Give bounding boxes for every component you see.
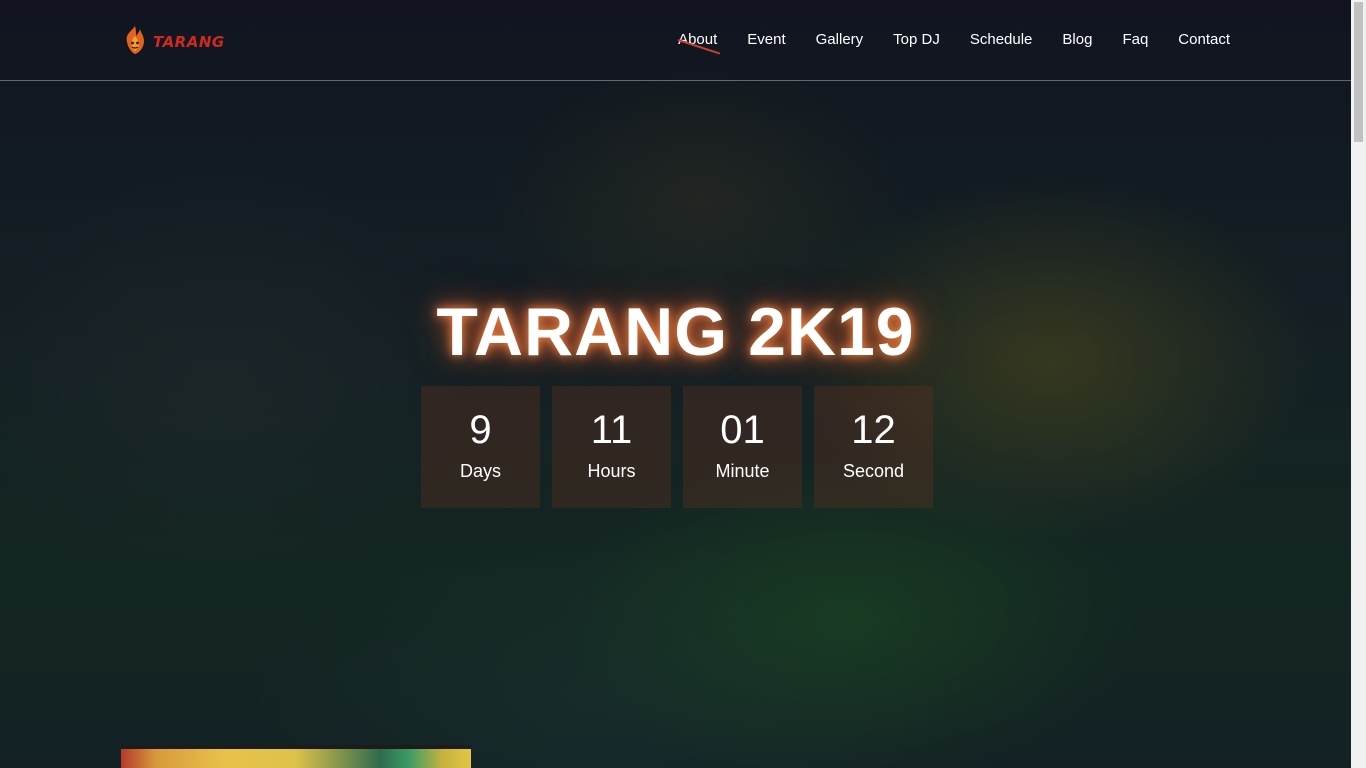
countdown-minutes-label: Minute	[715, 461, 770, 481]
nav-link-blog[interactable]: Blog	[1062, 29, 1092, 51]
nav-link-top-dj[interactable]: Top DJ	[893, 29, 940, 51]
countdown-days-value: 9	[469, 408, 492, 452]
about-section-image	[121, 745, 471, 768]
top-navbar: TARANG About Event Gallery Top DJ Schedu…	[0, 0, 1351, 81]
countdown-timer: 9 Days 11 Hours 01 Minute 12 Second	[421, 386, 933, 508]
nav-link-schedule[interactable]: Schedule	[970, 29, 1033, 51]
hero-title: TARANG 2K19	[436, 294, 915, 370]
nav-link-about[interactable]: About	[678, 29, 717, 51]
countdown-hours: 11 Hours	[552, 386, 671, 508]
nav-link-event[interactable]: Event	[747, 29, 785, 51]
flame-mascot-icon	[121, 24, 149, 56]
countdown-seconds-label: Second	[842, 461, 905, 481]
page-scrollbar[interactable]	[1351, 0, 1366, 768]
countdown-seconds-value: 12	[851, 408, 896, 452]
countdown-seconds: 12 Second	[814, 386, 933, 508]
nav-link-faq[interactable]: Faq	[1122, 29, 1148, 51]
main-menu: About Event Gallery Top DJ Schedule Blog…	[678, 29, 1230, 51]
countdown-hours-value: 11	[590, 408, 633, 452]
nav-link-gallery[interactable]: Gallery	[816, 29, 864, 51]
countdown-hours-label: Hours	[587, 461, 636, 481]
scrollbar-thumb[interactable]	[1354, 2, 1363, 142]
nav-link-contact[interactable]: Contact	[1178, 29, 1230, 51]
countdown-days: 9 Days	[421, 386, 540, 508]
countdown-minutes: 01 Minute	[683, 386, 802, 508]
hero-overlay	[0, 0, 1351, 768]
countdown-days-label: Days	[459, 461, 501, 481]
landing-page: TARANG About Event Gallery Top DJ Schedu…	[0, 0, 1366, 768]
countdown-minutes-value: 01	[720, 408, 765, 452]
logo-text: TARANG	[153, 33, 225, 51]
site-logo[interactable]: TARANG	[121, 24, 225, 56]
